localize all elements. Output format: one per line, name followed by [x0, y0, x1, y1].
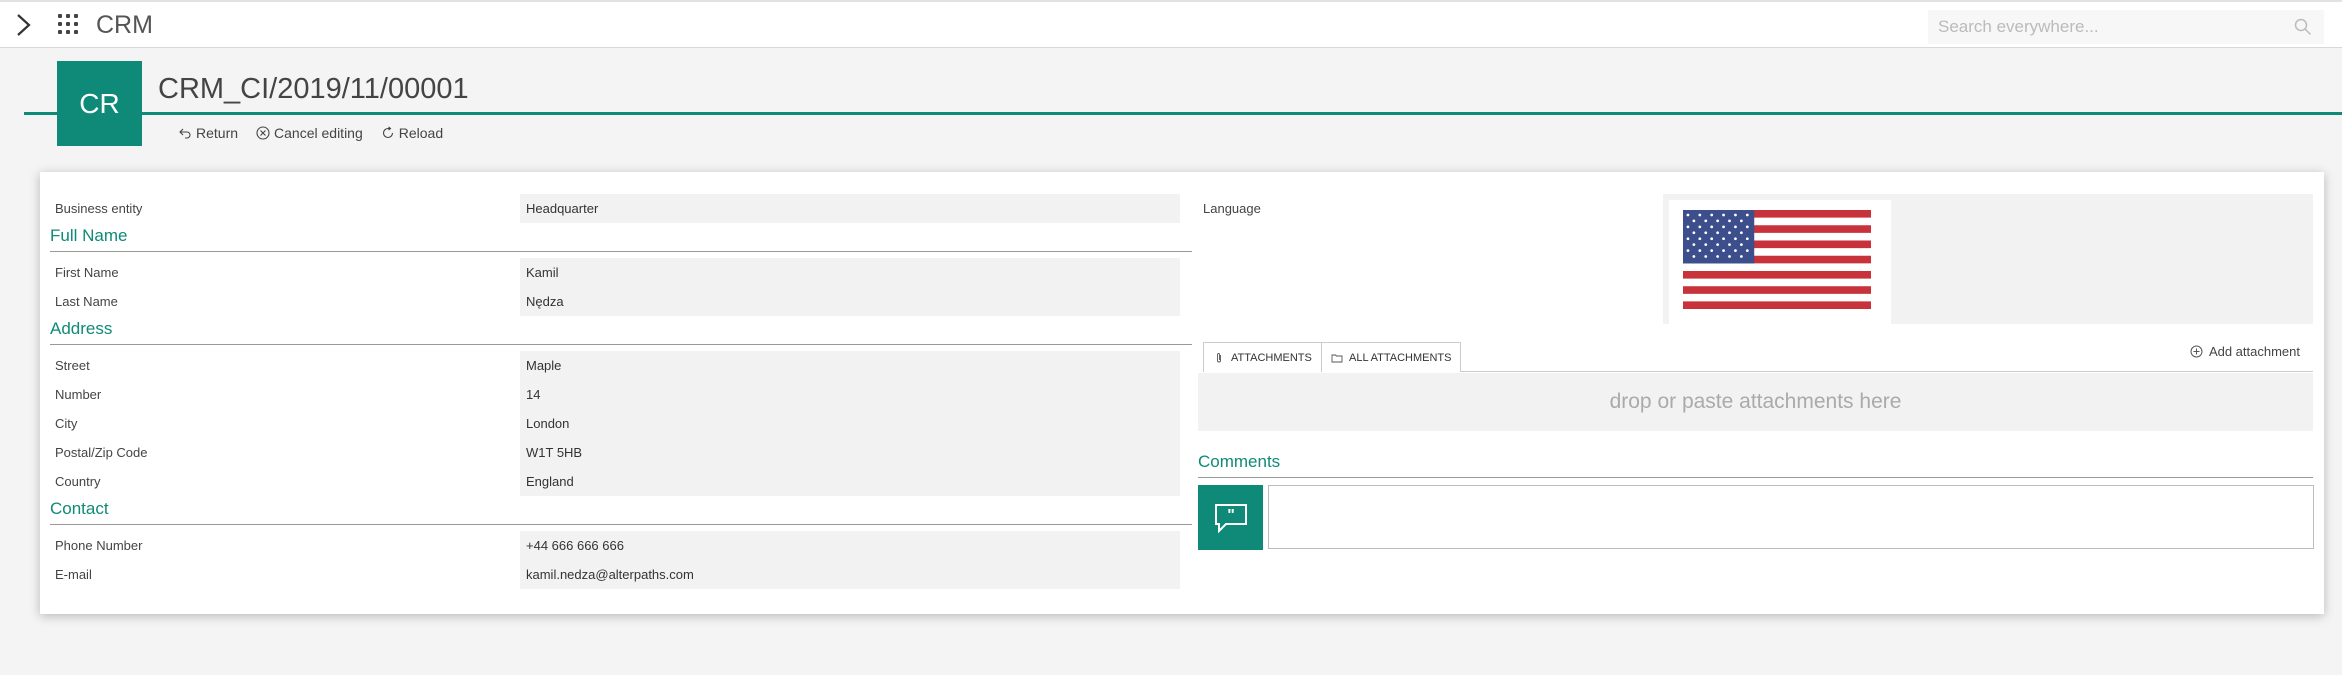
street-value[interactable]: Maple	[520, 351, 1180, 380]
field-label: City	[55, 416, 78, 431]
comment-input[interactable]	[1268, 485, 2314, 549]
field-phone: Phone Number +44 666 666 666	[40, 531, 1182, 560]
first-name-value[interactable]: Kamil	[520, 258, 1180, 287]
last-name-value[interactable]: Nędza	[520, 287, 1180, 316]
section-title: Full Name	[50, 226, 128, 245]
field-label: Last Name	[55, 294, 118, 309]
cancel-editing-label: Cancel editing	[274, 125, 363, 141]
section-comments: Comments	[1198, 450, 2313, 478]
attachment-drop-zone[interactable]: drop or paste attachments here	[1198, 373, 2313, 431]
field-label: First Name	[55, 265, 119, 280]
tab-label: ATTACHMENTS	[1231, 351, 1312, 364]
chevron-right-icon[interactable]	[12, 12, 34, 38]
action-bar: Return Cancel editing Reload	[178, 125, 443, 141]
email-value[interactable]: kamil.nedza@alterpaths.com	[520, 560, 1180, 589]
field-country: Country England	[40, 467, 1182, 496]
section-title: Contact	[50, 499, 109, 518]
folder-icon	[1331, 354, 1343, 362]
field-label: Country	[55, 474, 101, 489]
field-business-entity: Business entity Headquarter	[40, 194, 1182, 223]
city-value[interactable]: London	[520, 409, 1180, 438]
field-label: Phone Number	[55, 538, 143, 553]
record-initials: CR	[79, 87, 120, 119]
return-label: Return	[196, 125, 239, 141]
record-tile: CR	[57, 61, 142, 146]
svg-text:": "	[1227, 507, 1235, 524]
plus-circle-icon	[2190, 345, 2203, 358]
tab-attachments[interactable]: ATTACHMENTS	[1203, 342, 1322, 372]
field-street: Street Maple	[40, 351, 1182, 380]
postal-code-value[interactable]: W1T 5HB	[520, 438, 1180, 467]
drop-zone-text: drop or paste attachments here	[1609, 390, 1902, 413]
header-divider	[24, 112, 2342, 115]
paperclip-icon	[1217, 352, 1221, 362]
section-address: Address	[50, 317, 1192, 345]
number-value[interactable]: 14	[520, 380, 1180, 409]
field-first-name: First Name Kamil	[40, 258, 1182, 287]
section-title: Comments	[1198, 452, 1281, 471]
add-comment-button[interactable]: "	[1198, 485, 1263, 550]
us-flag-icon	[1683, 210, 1871, 309]
field-postal-code: Postal/Zip Code W1T 5HB	[40, 438, 1182, 467]
business-entity-value[interactable]: Headquarter	[520, 194, 1180, 223]
reload-button[interactable]: Reload	[381, 125, 443, 141]
reload-icon	[382, 126, 393, 139]
cancel-circle-icon	[256, 126, 270, 140]
tab-label: ALL ATTACHMENTS	[1349, 351, 1452, 364]
comment-icon: "	[1214, 503, 1247, 533]
return-button[interactable]: Return	[178, 125, 238, 141]
page-title: CRM_CI/2019/11/00001	[158, 73, 469, 105]
field-city: City London	[40, 409, 1182, 438]
section-full-name: Full Name	[50, 224, 1192, 252]
return-icon	[179, 128, 191, 139]
add-attachment-label: Add attachment	[2208, 344, 2300, 359]
field-label: Business entity	[55, 201, 143, 216]
attachment-tabs: ATTACHMENTS ALL ATTACHMENTS	[1203, 342, 2313, 372]
field-label: Number	[55, 387, 102, 402]
app-title[interactable]: CRM	[96, 11, 153, 40]
phone-value[interactable]: +44 666 666 666	[520, 531, 1180, 560]
field-label: Street	[55, 358, 90, 373]
record-form-card: Business entity Headquarter Full Name Fi…	[40, 172, 2324, 614]
search-input[interactable]	[1928, 10, 2324, 44]
section-title: Address	[50, 319, 113, 338]
field-number: Number 14	[40, 380, 1182, 409]
section-contact: Contact	[50, 497, 1192, 525]
tab-all-attachments[interactable]: ALL ATTACHMENTS	[1321, 342, 1462, 372]
country-value[interactable]: England	[520, 467, 1180, 496]
field-last-name: Last Name Nędza	[40, 287, 1182, 316]
cancel-editing-button[interactable]: Cancel editing	[256, 125, 363, 141]
field-label: E-mail	[55, 567, 92, 582]
reload-label: Reload	[398, 125, 444, 141]
apps-grid-icon[interactable]	[58, 14, 80, 36]
top-bar: CRM	[0, 0, 2342, 48]
field-email: E-mail kamil.nedza@alterpaths.com	[40, 560, 1182, 589]
language-label: Language	[1203, 201, 1261, 216]
field-label: Postal/Zip Code	[55, 445, 148, 460]
add-attachment-button[interactable]: Add attachment	[2190, 344, 2300, 359]
search-icon[interactable]	[2294, 18, 2312, 36]
